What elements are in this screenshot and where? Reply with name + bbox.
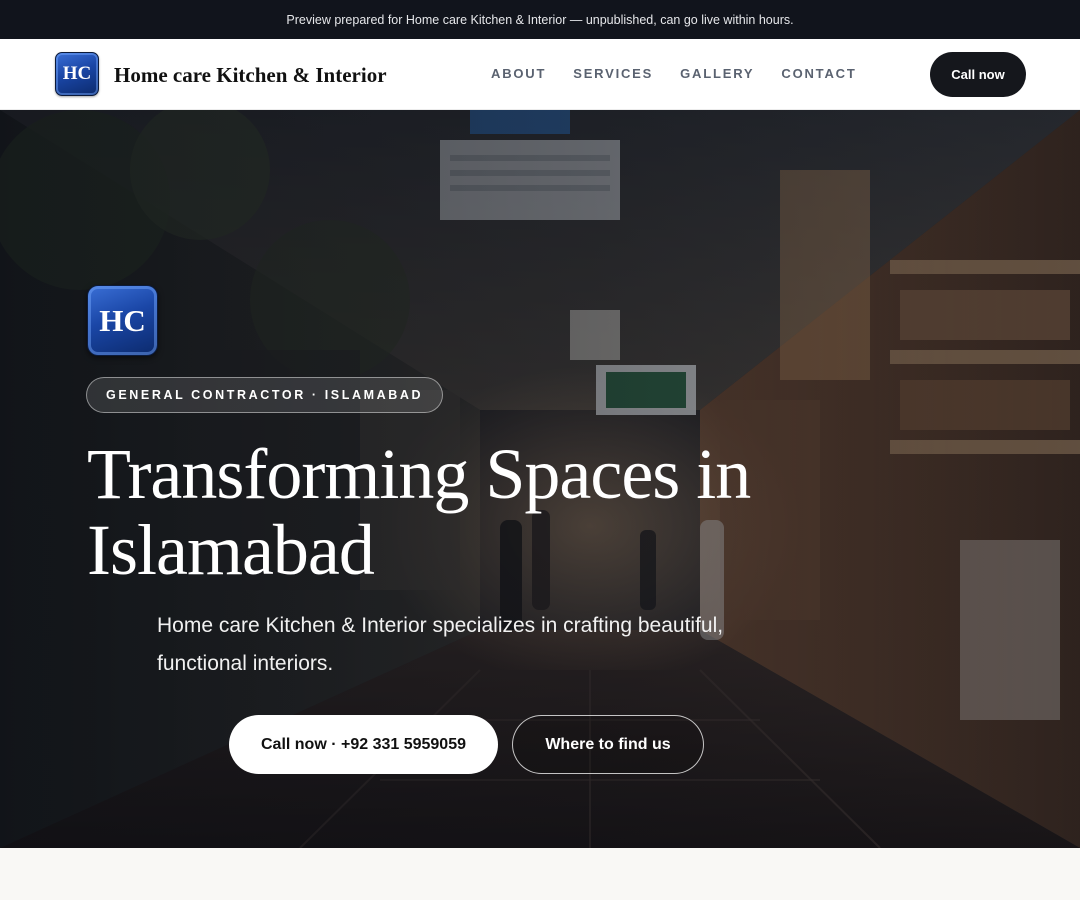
where-to-find-us-button[interactable]: Where to find us xyxy=(512,715,704,774)
nav-link-services[interactable]: SERVICES xyxy=(573,66,653,81)
brand-logo-text: HC xyxy=(62,63,92,84)
hero-logo-text: HC xyxy=(99,302,146,338)
hero-title: Transforming Spaces in Islamabad xyxy=(87,434,751,590)
brand-logo[interactable]: HC xyxy=(55,52,99,96)
site-header: HC Home care Kitchen & Interior ABOUT SE… xyxy=(0,39,1080,110)
preview-banner-text: Preview prepared for Home care Kitchen &… xyxy=(286,12,794,27)
brand-name[interactable]: Home care Kitchen & Interior xyxy=(114,63,387,88)
hero-subtitle: Home care Kitchen & Interior specializes… xyxy=(157,614,724,675)
call-now-button[interactable]: Call now · +92 331 5959059 xyxy=(229,715,498,774)
nav-link-contact[interactable]: CONTACT xyxy=(781,66,856,81)
hero-logo: HC xyxy=(87,285,158,356)
hero-category-badge: GENERAL CONTRACTOR · ISLAMABAD xyxy=(86,377,444,413)
nav-link-about[interactable]: ABOUT xyxy=(491,66,546,81)
nav-link-gallery[interactable]: GALLERY xyxy=(680,66,754,81)
hero-section: HC GENERAL CONTRACTOR · ISLAMABAD Transf… xyxy=(0,110,1080,848)
header-call-button[interactable]: Call now xyxy=(930,52,1026,97)
main-nav: ABOUT SERVICES GALLERY CONTACT xyxy=(491,66,857,81)
preview-banner: Preview prepared for Home care Kitchen &… xyxy=(0,0,1080,39)
